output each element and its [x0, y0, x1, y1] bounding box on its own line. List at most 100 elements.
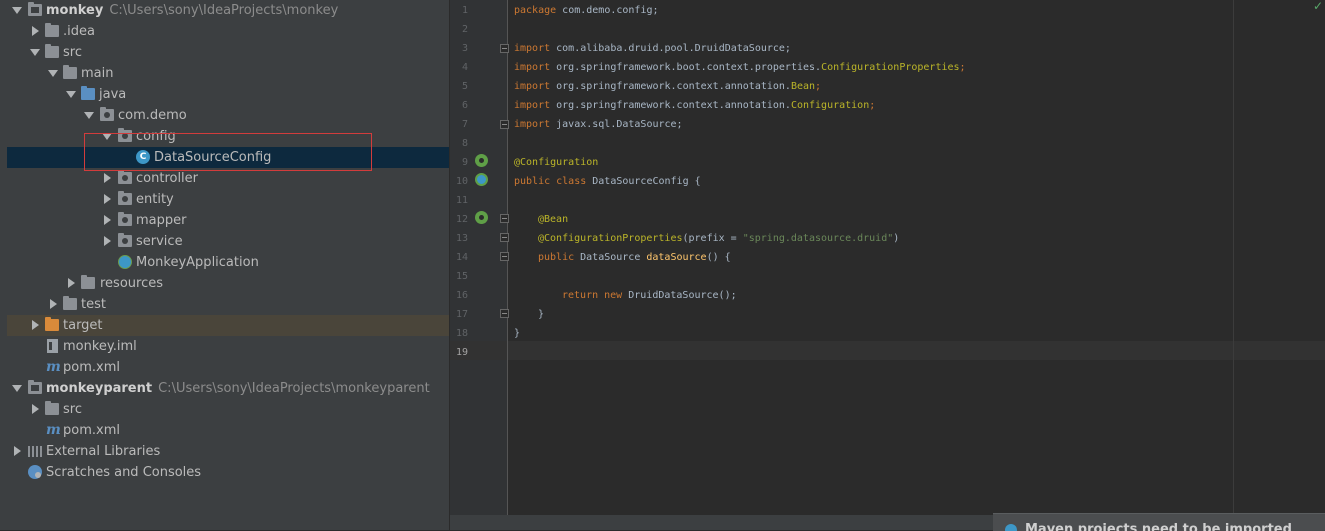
keyword: public: [538, 252, 575, 263]
collapse-arrow-icon[interactable]: [29, 21, 41, 42]
keyword: import: [514, 43, 551, 54]
tree-row-service[interactable]: service: [7, 231, 449, 252]
bean-class-gutter-icon[interactable]: [475, 173, 488, 186]
tree-label-src: src: [63, 45, 82, 60]
package-icon: [118, 212, 132, 226]
code-line-18: }: [514, 328, 521, 339]
expand-arrow-icon[interactable]: [11, 0, 23, 21]
code-line-10: public class DataSourceConfig {: [514, 172, 701, 191]
folder-icon: [45, 44, 59, 58]
collapse-arrow-icon[interactable]: [101, 231, 113, 252]
expand-arrow-icon[interactable]: [83, 105, 95, 126]
tree-row-java[interactable]: java: [7, 84, 449, 105]
resources-folder-icon: [81, 275, 95, 289]
method-name: dataSource: [646, 252, 707, 263]
code-line-14: public DataSource dataSource() {: [538, 248, 731, 267]
annotation: @Configuration: [514, 157, 599, 168]
tree-label-test: test: [81, 297, 106, 312]
code-text: org.springframework.context.annotation.: [550, 100, 791, 111]
code-text: DataSourceConfig {: [586, 176, 701, 187]
keyword: import: [514, 100, 551, 111]
code-line-9: @Configuration: [514, 153, 598, 172]
tree-row-parent-pom-xml[interactable]: m pom.xml: [7, 420, 449, 441]
tree-row-pom-xml[interactable]: m pom.xml: [7, 357, 449, 378]
keyword: return new: [562, 290, 623, 301]
bean-method-gutter-icon[interactable]: [475, 211, 488, 224]
package-icon: [118, 170, 132, 184]
code-text: com.demo.config;: [556, 5, 659, 16]
tree-row-monkey-iml[interactable]: monkey.iml: [7, 336, 449, 357]
annotation-ref: ConfigurationProperties: [821, 62, 960, 73]
keyword: import: [514, 119, 551, 130]
tree-label-external-libraries: External Libraries: [46, 444, 161, 459]
tree-row-entity[interactable]: entity: [7, 189, 449, 210]
tree-row-resources[interactable]: resources: [7, 273, 449, 294]
tree-row-monkeyapplication[interactable]: MonkeyApplication: [7, 252, 449, 273]
tree-row-monkeyparent[interactable]: monkeyparent C:\Users\sony\IdeaProjects\m…: [7, 378, 449, 399]
tree-row-idea[interactable]: .idea: [7, 21, 449, 42]
collapse-arrow-icon[interactable]: [47, 294, 59, 315]
fold-marker-icon[interactable]: [500, 120, 509, 129]
expand-arrow-icon[interactable]: [47, 63, 59, 84]
expand-arrow-icon[interactable]: [11, 378, 23, 399]
package-icon: [118, 191, 132, 205]
folder-icon: [45, 401, 59, 415]
tree-label-main: main: [81, 66, 114, 81]
annotation-ref: Configuration: [790, 100, 870, 111]
tree-label-pom-xml: pom.xml: [63, 360, 120, 375]
line-number: 19: [455, 347, 468, 358]
project-tool-window: monkey C:\Users\sony\IdeaProjects\monkey …: [7, 0, 450, 530]
collapse-arrow-icon[interactable]: [65, 273, 77, 294]
maven-import-notification[interactable]: Maven projects need to be imported: [993, 513, 1325, 531]
tree-row-scratches[interactable]: Scratches and Consoles: [7, 462, 449, 483]
tree-row-mapper[interactable]: mapper: [7, 210, 449, 231]
line-number: 18: [455, 328, 468, 339]
tree-row-com-demo[interactable]: com.demo: [7, 105, 449, 126]
code-text: (prefix =: [682, 233, 743, 244]
collapse-arrow-icon[interactable]: [11, 441, 23, 462]
tree-row-target[interactable]: target: [7, 315, 449, 336]
tree-label-idea: .idea: [63, 24, 95, 39]
collapse-arrow-icon[interactable]: [29, 315, 41, 336]
collapse-arrow-icon[interactable]: [101, 168, 113, 189]
bean-gutter-icon[interactable]: [475, 154, 488, 167]
fold-marker-icon[interactable]: [500, 214, 509, 223]
module-folder-icon: [28, 2, 42, 16]
annotation: @Bean: [538, 214, 569, 225]
fold-marker-icon[interactable]: [500, 309, 509, 318]
code-text: org.springframework.boot.context.propert…: [550, 62, 822, 73]
tree-label-monkeyparent: monkeyparent: [46, 381, 153, 396]
code-text: ;: [815, 81, 822, 92]
fold-marker-icon[interactable]: [500, 252, 509, 261]
annotation: @ConfigurationProperties: [538, 233, 683, 244]
tree-row-test[interactable]: test: [7, 294, 449, 315]
tree-row-monkey[interactable]: monkey C:\Users\sony\IdeaProjects\monkey: [7, 0, 449, 21]
line-number: 15: [455, 271, 468, 282]
tree-label-parent-src: src: [63, 402, 82, 417]
tree-row-controller[interactable]: controller: [7, 168, 449, 189]
line-number: 17: [455, 309, 468, 320]
expand-arrow-icon[interactable]: [29, 42, 41, 63]
spring-boot-class-icon: [118, 255, 132, 269]
code-text: ;: [959, 62, 966, 73]
inspection-ok-icon[interactable]: ✓: [1313, 0, 1323, 12]
fold-marker-icon[interactable]: [500, 233, 509, 242]
code-line-5: import org.springframework.context.annot…: [514, 77, 821, 96]
line-number: 1: [461, 5, 468, 16]
tree-label-monkeyapplication: MonkeyApplication: [136, 255, 259, 270]
code-line-4: import org.springframework.boot.context.…: [514, 58, 966, 77]
line-number: 10: [455, 176, 468, 187]
fold-marker-icon[interactable]: [500, 44, 509, 53]
collapse-arrow-icon[interactable]: [29, 399, 41, 420]
maven-icon: m: [46, 359, 61, 375]
tree-row-external-libraries[interactable]: External Libraries: [7, 441, 449, 462]
tree-row-parent-src[interactable]: src: [7, 399, 449, 420]
tree-label-java: java: [99, 87, 127, 102]
expand-arrow-icon[interactable]: [65, 84, 77, 105]
collapse-arrow-icon[interactable]: [101, 210, 113, 231]
collapse-arrow-icon[interactable]: [101, 189, 113, 210]
line-number: 6: [461, 100, 468, 111]
tree-row-src[interactable]: src: [7, 42, 449, 63]
code-line-6: import org.springframework.context.annot…: [514, 96, 875, 115]
tree-row-main[interactable]: main: [7, 63, 449, 84]
